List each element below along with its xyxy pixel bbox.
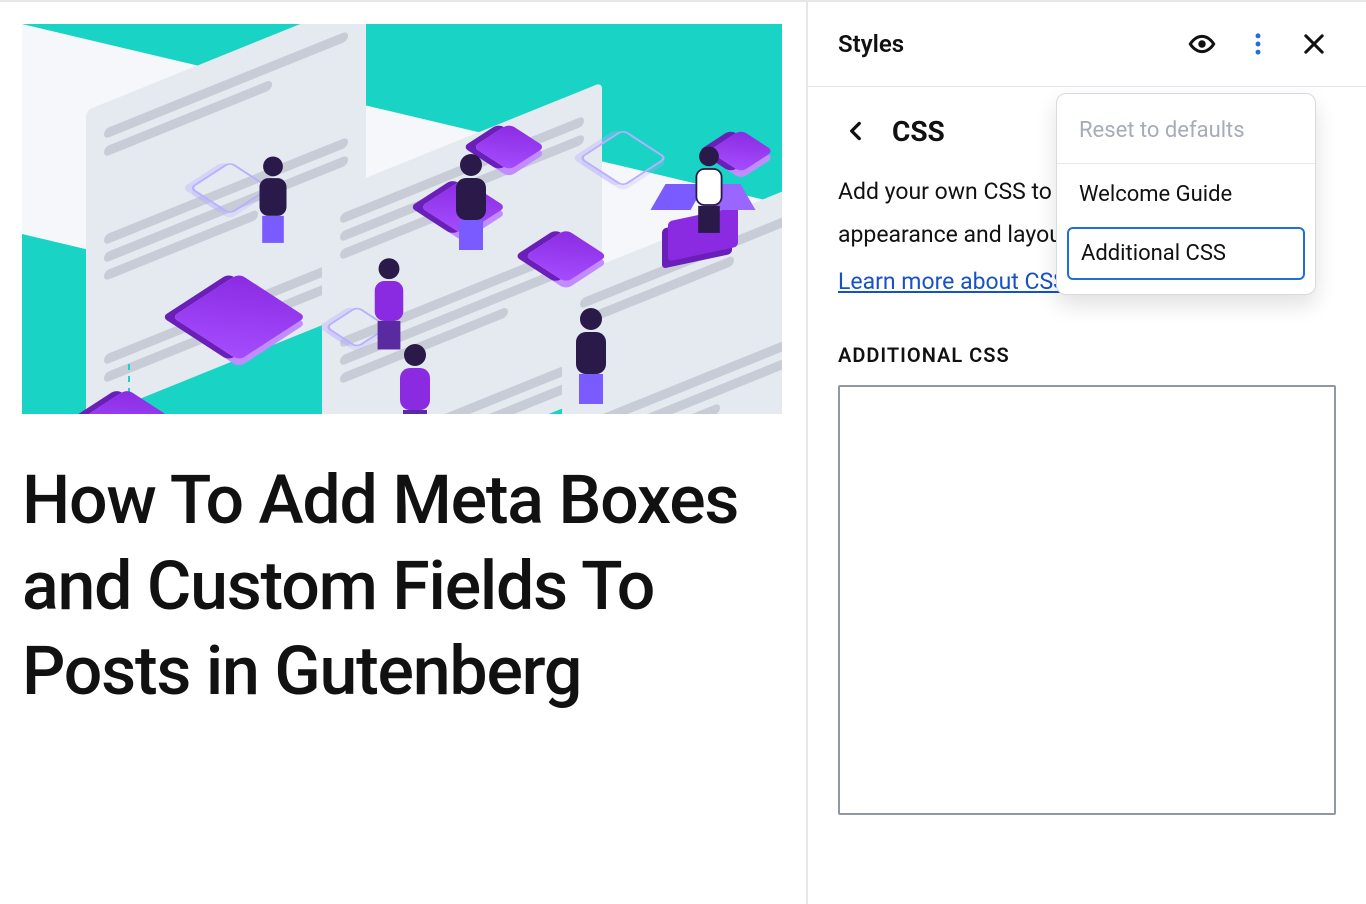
additional-css-textarea[interactable] [838,385,1336,815]
close-sidebar-button[interactable] [1292,22,1336,66]
additional-css-label: ADDITIONAL CSS [838,343,1336,367]
styles-sidebar: Styles Reset to defaults Welcome Guide A… [806,2,1366,904]
post-title[interactable]: How To Add Meta Boxes and Custom Fields … [22,458,742,715]
learn-more-link[interactable]: Learn more about CSS [838,268,1067,295]
chevron-left-icon [843,118,869,144]
sidebar-body: Reset to defaults Welcome Guide Addition… [808,87,1366,904]
back-button[interactable] [838,113,874,149]
featured-image[interactable] [22,24,782,414]
app-root: How To Add Meta Boxes and Custom Fields … [0,0,1366,904]
close-icon [1300,30,1328,58]
menu-item-additional-css[interactable]: Additional CSS [1067,227,1305,280]
options-dropdown: Reset to defaults Welcome Guide Addition… [1056,93,1316,295]
menu-item-reset: Reset to defaults [1057,104,1315,157]
menu-item-welcome-guide[interactable]: Welcome Guide [1057,163,1315,221]
sidebar-section-title: CSS [892,115,945,148]
style-book-button[interactable] [1180,22,1224,66]
sidebar-title: Styles [838,30,904,58]
kebab-icon [1244,30,1272,58]
more-options-button[interactable] [1236,22,1280,66]
eye-icon [1188,30,1216,58]
editor-canvas[interactable]: How To Add Meta Boxes and Custom Fields … [0,2,806,904]
sidebar-header: Styles [808,2,1366,87]
